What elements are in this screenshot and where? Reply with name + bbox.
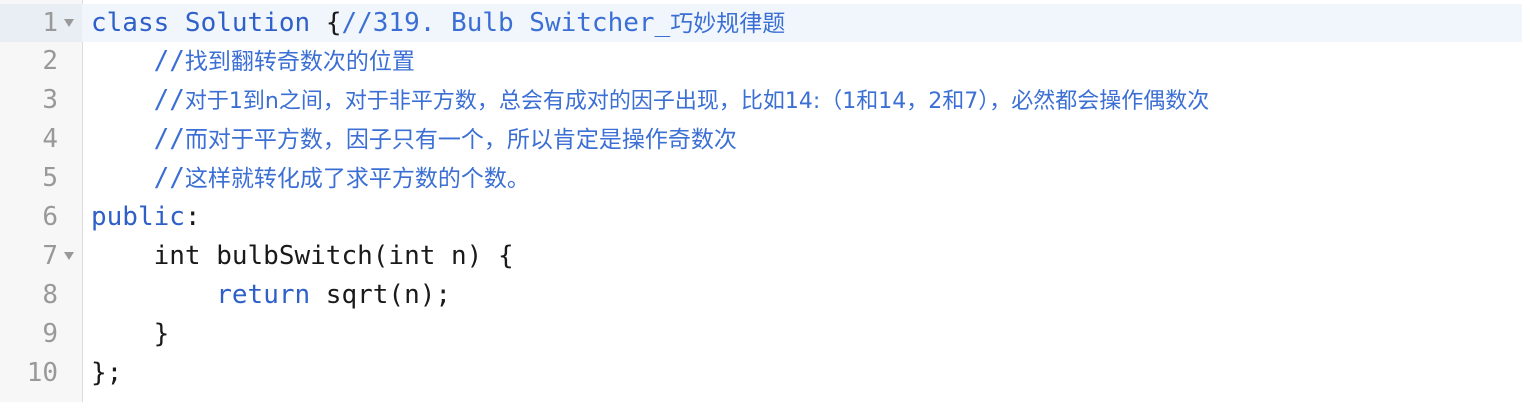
comment-text: //319. Bulb Switcher_: [341, 8, 671, 38]
code-text: //这样就转化成了求平方数的个数。: [91, 159, 530, 197]
code-line-9[interactable]: 9 }: [0, 315, 1522, 353]
line-number: 6: [42, 202, 58, 232]
gutter-cell: 3: [0, 81, 82, 119]
fold-arrow-icon[interactable]: [64, 19, 74, 27]
gutter-cell: 4: [0, 120, 82, 158]
code-text: //对于1到n之间，对于非平方数，总会有成对的因子出现，比如14:（1和14，2…: [91, 81, 1210, 119]
code-line-2[interactable]: 2 //找到翻转奇数次的位置: [0, 42, 1522, 80]
code-line-4[interactable]: 4 //而对于平方数，因子只有一个，所以肯定是操作奇数次: [0, 120, 1522, 158]
code-line-7[interactable]: 7 int bulbSwitch(int n) {: [0, 237, 1522, 275]
code-text: }: [91, 315, 170, 353]
comment-text-cjk: 而对于平方数，因子只有一个，所以肯定是操作奇数次: [184, 127, 737, 153]
gutter-cell: 1: [0, 4, 82, 42]
line-number: 4: [42, 124, 58, 154]
line-number: 8: [42, 280, 58, 310]
gutter-cell: 8: [0, 276, 82, 314]
code-editor[interactable]: 1 class Solution {//319. Bulb Switcher_巧…: [0, 0, 1522, 402]
gutter-cell: 10: [0, 354, 82, 392]
close-brace: }: [91, 319, 170, 349]
return-expression: sqrt(n);: [310, 280, 452, 310]
line-number: 2: [42, 46, 58, 76]
gutter-cell: 6: [0, 198, 82, 236]
code-text: public:: [91, 198, 201, 236]
gutter-cell: 7: [0, 237, 82, 275]
line-number: 7: [42, 241, 58, 271]
code-text: return sqrt(n);: [91, 276, 451, 314]
comment-text-cjk: 对于1到n之间，对于非平方数，总会有成对的因子出现，比如14:（1和14，2和7…: [184, 89, 1210, 114]
fold-arrow-icon[interactable]: [64, 252, 74, 260]
comment-prefix: //: [91, 85, 185, 115]
comment-prefix: //: [91, 163, 185, 193]
line-number: 3: [42, 85, 58, 115]
code-line-3[interactable]: 3 //对于1到n之间，对于非平方数，总会有成对的因子出现，比如14:（1和14…: [0, 81, 1522, 119]
access-specifier: public: [91, 202, 185, 232]
gutter-cell: 9: [0, 315, 82, 353]
class-declaration: class Solution: [91, 8, 326, 38]
code-text: class Solution {//319. Bulb Switcher_巧妙规…: [91, 4, 785, 42]
code-line-6[interactable]: 6 public:: [0, 198, 1522, 236]
code-text: };: [91, 354, 122, 392]
open-brace: {: [325, 8, 342, 38]
code-line-5[interactable]: 5 //这样就转化成了求平方数的个数。: [0, 159, 1522, 197]
comment-prefix: //: [91, 124, 185, 154]
comment-text-cjk: 巧妙规律题: [670, 11, 786, 37]
line-number: 5: [42, 163, 58, 193]
line-number: 1: [42, 8, 58, 38]
comment-text-cjk: 找到翻转奇数次的位置: [184, 49, 415, 75]
code-text: //找到翻转奇数次的位置: [91, 42, 415, 80]
comment-text-cjk: 这样就转化成了求平方数的个数。: [184, 166, 530, 192]
function-signature: int bulbSwitch(int n) {: [91, 241, 514, 271]
code-line-1[interactable]: 1 class Solution {//319. Bulb Switcher_巧…: [0, 4, 1522, 42]
gutter-cell: 5: [0, 159, 82, 197]
code-text: //而对于平方数，因子只有一个，所以肯定是操作奇数次: [91, 120, 737, 158]
class-close: };: [91, 358, 123, 388]
colon: :: [184, 202, 201, 232]
return-keyword: return: [216, 280, 311, 310]
code-line-8[interactable]: 8 return sqrt(n);: [0, 276, 1522, 314]
gutter-cell: 2: [0, 42, 82, 80]
comment-prefix: //: [91, 46, 185, 76]
line-number: 9: [42, 319, 58, 349]
line-number: 10: [26, 358, 58, 388]
code-text: int bulbSwitch(int n) {: [91, 237, 514, 275]
code-line-10[interactable]: 10 };: [0, 354, 1522, 392]
